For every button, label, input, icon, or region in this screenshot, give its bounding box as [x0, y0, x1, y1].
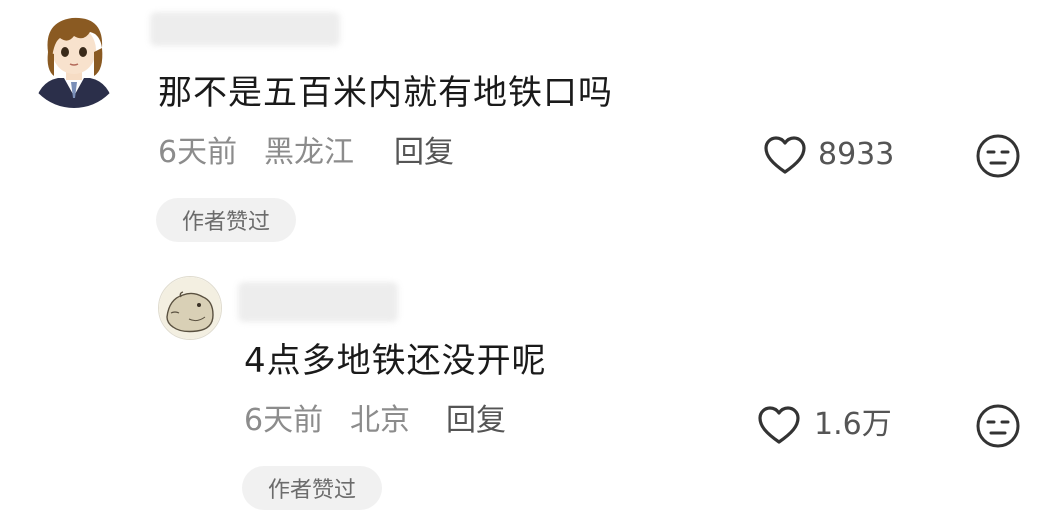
neutral-face-icon — [976, 404, 1020, 448]
heart-outline-icon — [764, 136, 806, 174]
neutral-face-icon — [976, 134, 1020, 178]
comment-2-location: 北京 — [350, 403, 410, 438]
comment-1-location: 黑龙江 — [264, 135, 354, 170]
comment-2-username-redacted — [238, 282, 398, 322]
comment-1-like-button[interactable]: 8933 — [762, 130, 912, 180]
comment-2-like-count: 1.6万 — [814, 407, 892, 442]
comment-2-avatar[interactable] — [158, 276, 222, 340]
capybara-avatar-icon — [159, 277, 221, 339]
comment-2-reply-button[interactable]: 回复 — [446, 406, 506, 436]
comment-1-reply-button[interactable]: 回复 — [394, 138, 454, 168]
comment-2-text: 4点多地铁还没开呢 — [244, 341, 547, 381]
heart-outline-icon — [758, 406, 800, 444]
comment-1-time: 6天前 — [158, 135, 238, 170]
comment-1-reaction-button[interactable] — [974, 132, 1022, 180]
anime-girl-avatar-icon — [24, 8, 124, 108]
comment-2-reaction-button[interactable] — [974, 402, 1022, 450]
comment-1-username-redacted — [150, 12, 340, 46]
comment-2-author-liked-badge: 作者赞过 — [242, 466, 382, 510]
comment-1-author-liked-badge: 作者赞过 — [156, 198, 296, 242]
comment-2-time: 6天前 — [244, 403, 324, 438]
comment-1-avatar[interactable] — [24, 8, 124, 108]
comment-1-like-count: 8933 — [818, 137, 895, 172]
comment-2-like-button[interactable]: 1.6万 — [756, 400, 916, 450]
comment-1-text: 那不是五百米内就有地铁口吗 — [158, 73, 613, 113]
